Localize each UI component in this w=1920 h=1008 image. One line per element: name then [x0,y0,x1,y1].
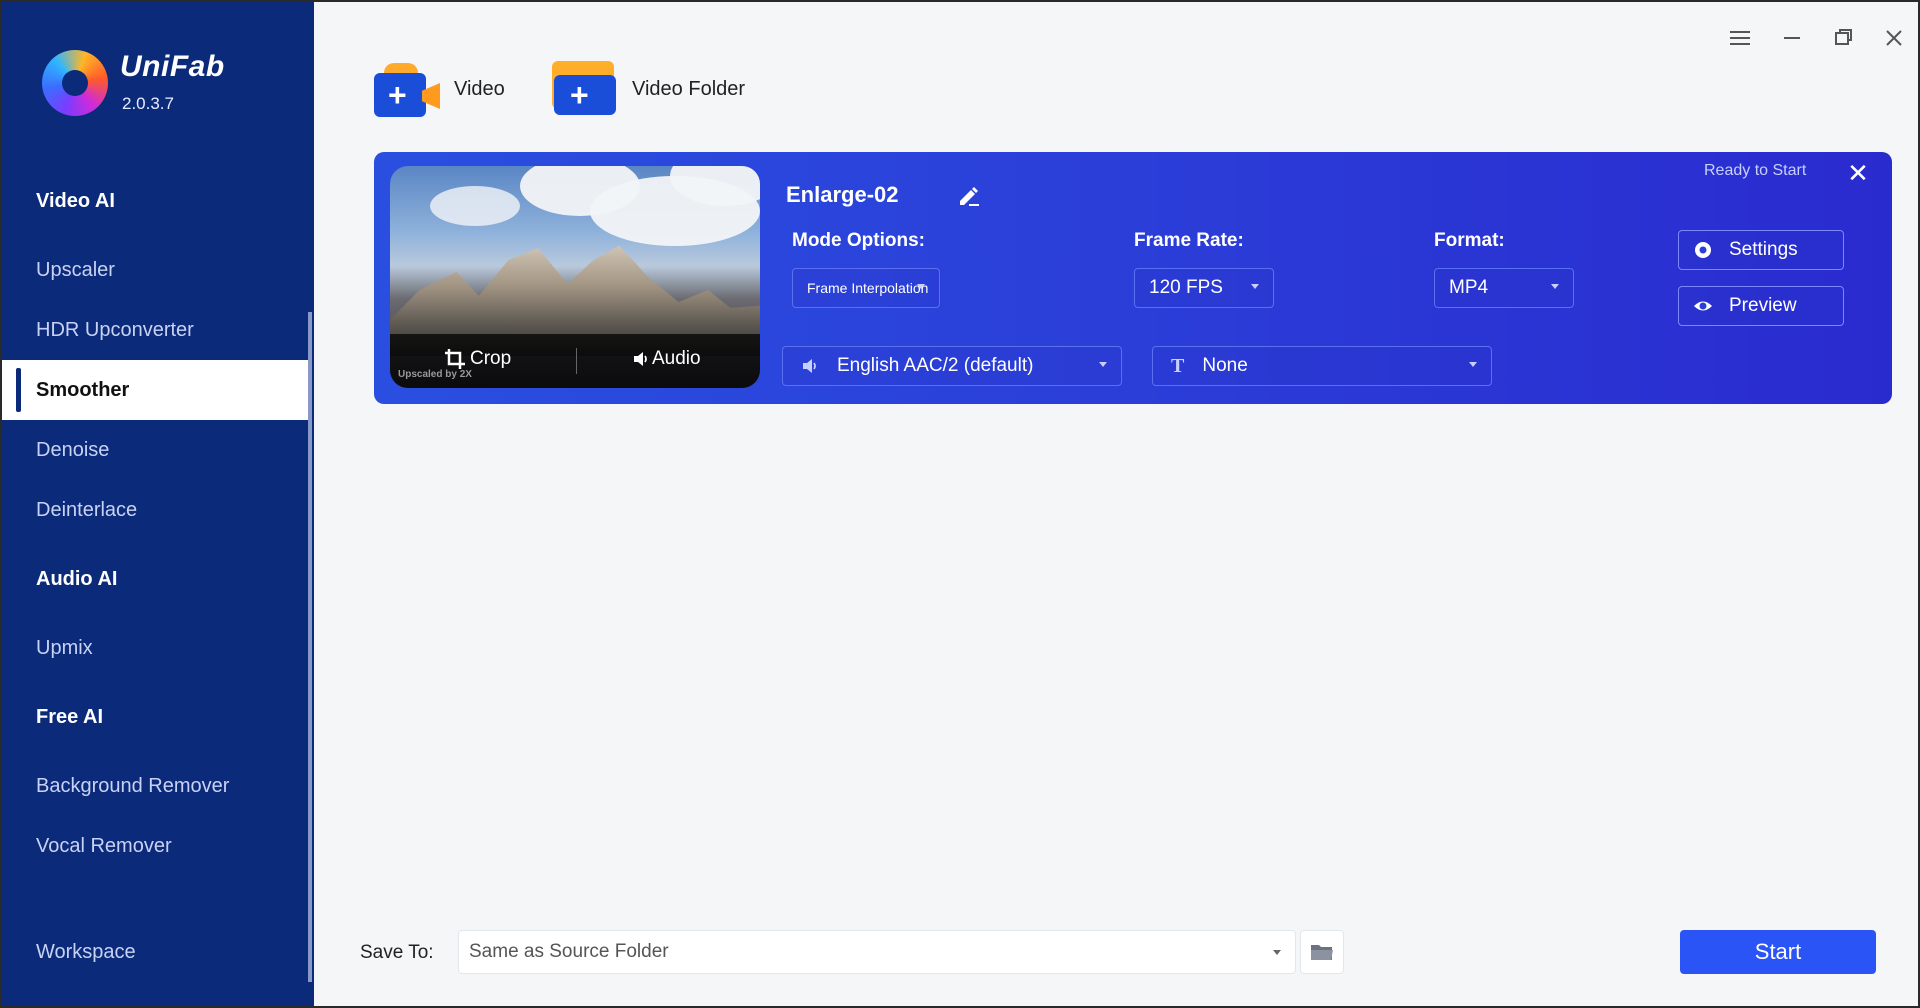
add-video-label: Video [454,77,505,100]
mode-options-label: Mode Options: [792,230,925,251]
add-video-icon: + [374,61,440,117]
settings-label: Settings [1729,239,1798,260]
minimize-icon[interactable] [1778,26,1806,54]
crop-icon [445,349,465,369]
text-icon: T [1171,354,1185,377]
speaker-icon [803,359,816,373]
audio-label: Audio [652,348,701,369]
add-video-button[interactable]: + Video [374,58,505,120]
task-card: Crop Audio Upscaled by 2X Enlarge-02 Rea… [374,152,1892,404]
thumbnail-divider [576,348,577,374]
gear-icon [1695,242,1711,258]
mode-options-select[interactable]: Frame Interpolation [792,268,940,308]
sidebar-item-upscaler[interactable]: Upscaler [2,240,310,300]
task-title: Enlarge-02 [786,182,899,207]
nav-group-video-ai: Video AI [36,190,115,212]
audio-track-value: English AAC/2 (default) [837,355,1034,376]
sidebar-scrollbar[interactable] [308,312,312,982]
start-button[interactable]: Start [1680,930,1876,974]
status-text: Ready to Start [1704,162,1807,179]
frame-rate-select[interactable]: 120 FPS [1134,268,1274,308]
crop-button[interactable]: Crop [444,348,511,370]
sidebar: UniFab 2.0.3.7 Video AI Upscaler HDR Upc… [2,2,314,1006]
save-to-label: Save To: [360,942,434,963]
upscaled-watermark: Upscaled by 2X [398,369,472,380]
browse-folder-button[interactable] [1300,930,1344,974]
video-thumbnail[interactable]: Crop Audio Upscaled by 2X [390,166,760,388]
add-folder-icon: + [552,61,618,117]
app-window: UniFab 2.0.3.7 Video AI Upscaler HDR Upc… [0,0,1920,1008]
thumbnail-toolbar: Crop Audio Upscaled by 2X [390,334,760,388]
chevron-down-icon [1273,950,1281,955]
version-label: 2.0.3.7 [122,94,174,113]
chevron-down-icon [1551,284,1559,289]
folder-icon [1311,945,1333,960]
sidebar-item-workspace[interactable]: Workspace [2,922,310,982]
restore-icon[interactable] [1830,26,1858,54]
edit-icon[interactable] [956,182,982,208]
eye-icon [1694,301,1712,311]
remove-task-icon[interactable]: ✕ [1844,158,1872,189]
close-window-icon[interactable] [1880,26,1908,54]
subtitle-select[interactable]: T None [1152,346,1492,386]
sidebar-item-smoother[interactable]: Smoother [2,360,310,420]
chevron-down-icon [1099,362,1107,367]
save-to-select[interactable]: Same as Source Folder [458,930,1296,974]
format-value: MP4 [1449,277,1489,298]
sidebar-item-upmix[interactable]: Upmix [2,618,310,678]
sidebar-item-background-remover[interactable]: Background Remover [2,756,310,816]
nav-group-audio-ai: Audio AI [36,568,118,590]
settings-button[interactable]: Settings [1678,230,1844,270]
mode-options-value: Frame Interpolation [807,280,929,296]
preview-button[interactable]: Preview [1678,286,1844,326]
sidebar-item-vocal-remover[interactable]: Vocal Remover [2,816,310,876]
save-to-value: Same as Source Folder [469,941,669,962]
preview-label: Preview [1729,295,1797,316]
speaker-icon [634,352,647,366]
sidebar-item-denoise[interactable]: Denoise [2,420,310,480]
chevron-down-icon [1251,284,1259,289]
sidebar-item-deinterlace[interactable]: Deinterlace [2,480,310,540]
menu-icon[interactable] [1726,26,1754,54]
frame-rate-label: Frame Rate: [1134,230,1244,251]
chevron-down-icon [917,284,925,289]
audio-track-select[interactable]: English AAC/2 (default) [782,346,1122,386]
nav-group-free-ai: Free AI [36,706,104,728]
add-folder-button[interactable]: + Video Folder [552,58,745,120]
chevron-down-icon [1469,362,1477,367]
subtitle-value: None [1202,355,1248,376]
brand-name: UniFab [120,50,225,83]
format-select[interactable]: MP4 [1434,268,1574,308]
format-label: Format: [1434,230,1505,251]
frame-rate-value: 120 FPS [1149,277,1223,298]
crop-label: Crop [470,348,512,369]
add-folder-label: Video Folder [632,77,746,100]
sidebar-item-hdr-upconverter[interactable]: HDR Upconverter [2,300,310,360]
audio-button[interactable]: Audio [632,348,701,370]
unifab-logo-icon [42,50,108,116]
